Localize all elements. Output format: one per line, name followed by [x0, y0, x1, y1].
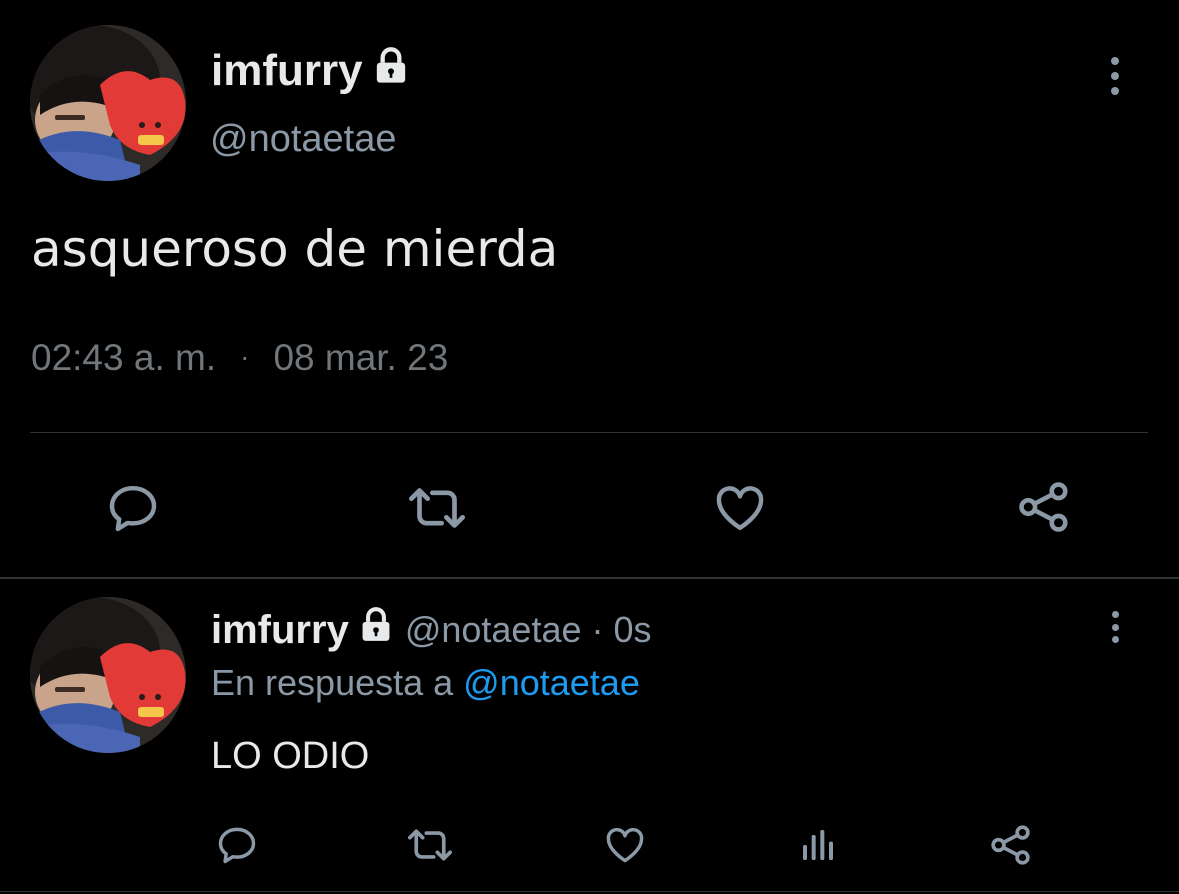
profile-photo	[30, 597, 186, 753]
avatar[interactable]	[30, 597, 186, 753]
more-vertical-icon[interactable]	[1109, 611, 1121, 643]
display-name[interactable]: imfurry	[211, 46, 363, 96]
reply-header: imfurry @notaetae · 0s	[211, 605, 652, 655]
divider	[0, 891, 1179, 892]
timestamp-row[interactable]: 02:43 a. m. · 08 mar. 23	[31, 337, 448, 379]
display-name-row[interactable]: imfurry	[211, 606, 395, 654]
reply-icon[interactable]	[104, 480, 162, 536]
reply-to-link[interactable]: @notaetae	[463, 662, 640, 703]
retweet-icon[interactable]	[402, 823, 458, 867]
timestamp-separator: ·	[240, 341, 250, 372]
like-icon[interactable]	[710, 480, 770, 536]
replying-to: En respuesta a @notaetae	[211, 662, 640, 704]
tweet-time[interactable]: 02:43 a. m.	[31, 337, 216, 379]
tweet-date[interactable]: 08 mar. 23	[273, 337, 448, 379]
divider	[0, 577, 1179, 579]
handle-and-time[interactable]: @notaetae · 0s	[405, 609, 652, 651]
profile-photo	[30, 25, 186, 181]
reply-icon[interactable]	[214, 823, 260, 867]
lock-icon	[371, 46, 411, 97]
divider	[30, 432, 1148, 433]
reply-prefix: En respuesta a	[211, 662, 454, 703]
display-name[interactable]: imfurry	[211, 608, 349, 653]
user-handle[interactable]: @notaetae	[210, 118, 397, 161]
share-icon[interactable]	[1014, 478, 1074, 536]
retweet-icon[interactable]	[404, 480, 470, 536]
like-icon[interactable]	[601, 823, 649, 867]
share-icon[interactable]	[987, 822, 1035, 868]
avatar[interactable]	[30, 25, 186, 181]
more-vertical-icon[interactable]	[1108, 57, 1122, 95]
tweet-text: LO ODIO	[211, 735, 370, 777]
analytics-icon[interactable]	[797, 825, 839, 865]
display-name-row[interactable]: imfurry	[211, 46, 411, 96]
lock-icon	[357, 606, 395, 654]
tweet-text: asqueroso de mierda	[31, 220, 559, 278]
